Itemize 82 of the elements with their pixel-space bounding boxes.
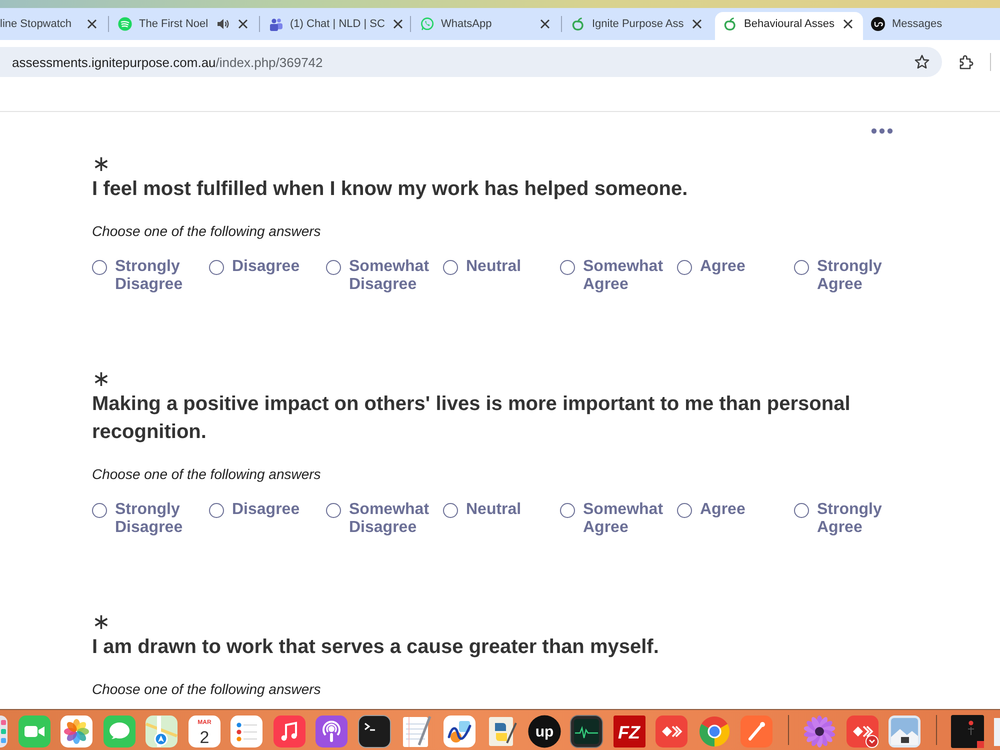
close-icon[interactable] xyxy=(843,19,853,29)
radio-button[interactable] xyxy=(92,260,107,274)
required-mark: ∗ xyxy=(92,155,110,175)
browser-tab[interactable]: line Stopwatch xyxy=(0,12,107,40)
up-logo-icon[interactable]: up xyxy=(528,715,560,748)
people-icon xyxy=(269,17,283,31)
speech-bubble-icon[interactable] xyxy=(102,715,136,748)
podcast-icon[interactable] xyxy=(315,715,348,748)
sprout-icon xyxy=(723,17,737,31)
speaker-icon[interactable] xyxy=(216,17,230,31)
checklist-icon[interactable] xyxy=(230,715,263,748)
radio-button[interactable] xyxy=(443,502,458,518)
close-icon[interactable] xyxy=(392,19,403,29)
radio-button[interactable] xyxy=(560,260,575,274)
browser-tab[interactable]: Behavioural Asses xyxy=(715,12,863,40)
question-text: Making a positive impact on others' lives is more important to me than personal recognition. xyxy=(92,392,852,445)
radio-button[interactable] xyxy=(209,260,224,274)
radio-button[interactable] xyxy=(443,260,458,274)
diamonds-download-icon[interactable] xyxy=(846,715,878,748)
terminal-icon[interactable] xyxy=(358,715,390,748)
more-menu-icon[interactable] xyxy=(871,128,893,134)
instruction-text: Choose one of the following answers xyxy=(92,680,321,699)
answer-option[interactable]: Somewhat Agree xyxy=(560,501,664,537)
browser-tab[interactable]: Ignite Purpose Ass xyxy=(563,12,711,40)
required-mark: ∗ xyxy=(92,370,110,390)
pen-icon[interactable] xyxy=(740,715,773,748)
answer-option[interactable]: Strongly Disagree xyxy=(92,501,183,537)
window-thumbnail-icon[interactable] xyxy=(951,715,984,748)
answer-option[interactable]: Disagree xyxy=(209,258,300,294)
close-icon[interactable] xyxy=(238,19,248,29)
answer-option[interactable]: Strongly Agree xyxy=(794,258,882,294)
radio-button[interactable] xyxy=(677,502,692,518)
scribble-icon[interactable] xyxy=(442,715,476,748)
close-icon[interactable] xyxy=(87,19,97,29)
browser-tab[interactable]: Messages xyxy=(863,12,1000,40)
answer-option[interactable]: Agree xyxy=(677,258,746,294)
radio-button[interactable] xyxy=(794,260,809,274)
instruction-text: Choose one of the following answers xyxy=(92,465,321,484)
star-icon[interactable] xyxy=(914,54,930,70)
browser-icon[interactable] xyxy=(698,715,730,748)
wave-circle-icon xyxy=(118,17,132,31)
notepad-icon[interactable] xyxy=(400,715,433,748)
question-text: I am drawn to work that serves a cause greater than myself. xyxy=(92,635,660,660)
diamonds-icon[interactable] xyxy=(655,715,688,748)
landscape-icon[interactable] xyxy=(888,715,921,748)
browser-tab[interactable]: (1) Chat | NLD | SC xyxy=(261,12,409,40)
answer-option[interactable]: Disagree xyxy=(209,501,300,537)
instruction-text: Choose one of the following answers xyxy=(92,222,321,241)
required-mark: ∗ xyxy=(92,613,110,633)
answer-option[interactable]: Strongly Disagree xyxy=(92,258,183,294)
question-text: I feel most fulfilled when I know my work has helped someone. xyxy=(92,177,689,202)
video-camera-icon[interactable] xyxy=(18,715,50,748)
radio-button[interactable] xyxy=(326,260,341,274)
answer-option[interactable]: Strongly Agree xyxy=(794,501,882,537)
daisy-icon[interactable] xyxy=(803,715,836,748)
heartbeat-monitor-icon[interactable] xyxy=(570,715,603,748)
answer-option[interactable]: Neutral xyxy=(443,258,522,294)
radio-button[interactable] xyxy=(794,502,809,518)
fz-logo-icon[interactable]: FZ xyxy=(612,715,646,748)
answer-option[interactable]: Somewhat Disagree xyxy=(326,501,430,537)
radio-button[interactable] xyxy=(209,502,224,518)
radio-button[interactable] xyxy=(92,502,107,518)
music-note-icon[interactable] xyxy=(272,715,306,748)
answer-option[interactable]: Neutral xyxy=(443,501,522,537)
address-bar[interactable]: assessments.ignitepurpose.com.au/index.php/369742 xyxy=(0,47,942,77)
answer-option[interactable]: Agree xyxy=(677,501,746,537)
map-icon[interactable] xyxy=(145,715,178,748)
puzzle-icon[interactable] xyxy=(958,54,974,70)
radio-button[interactable] xyxy=(326,502,341,518)
circle-logo-icon xyxy=(871,17,885,31)
answer-option[interactable]: Somewhat Agree xyxy=(560,258,664,294)
answer-option[interactable]: Somewhat Disagree xyxy=(326,258,430,294)
close-icon[interactable] xyxy=(692,19,702,29)
radio-button[interactable] xyxy=(560,502,575,518)
pinwheel-icon[interactable] xyxy=(60,715,93,748)
browser-tab[interactable]: The First Noel xyxy=(110,12,258,40)
browser-tab[interactable]: WhatsApp xyxy=(412,12,560,40)
radio-button[interactable] xyxy=(677,260,692,274)
chat-phone-icon xyxy=(420,17,434,31)
app-icon[interactable] xyxy=(994,715,1000,748)
close-icon[interactable] xyxy=(540,19,550,29)
sprout-icon xyxy=(571,17,585,31)
